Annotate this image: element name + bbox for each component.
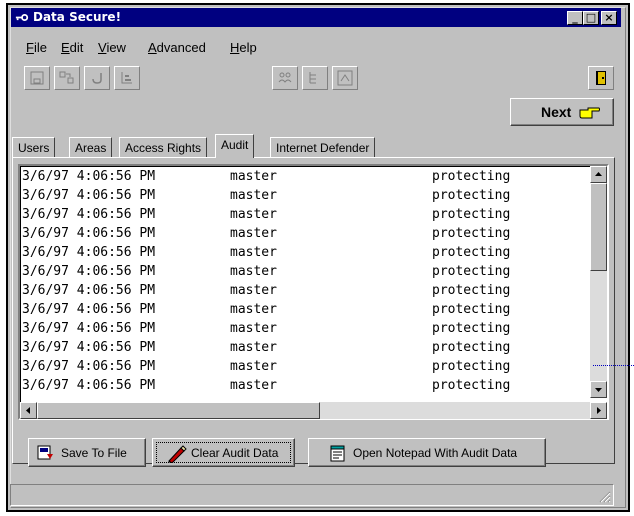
toolbar-properties-button[interactable] [114,66,140,90]
menu-view[interactable]: View [98,40,126,55]
audit-user: master [230,283,277,298]
tab-internet-defender[interactable]: Internet Defender [270,137,376,157]
users-icon [278,72,292,83]
toolbar-save-button[interactable] [24,66,50,90]
audit-date: 3/6/97 4:06:56 PM [22,207,156,222]
audit-action: protecting [432,359,511,374]
audit-date: 3/6/97 4:06:56 PM [22,302,156,317]
menu-edit[interactable]: Edit [61,40,83,55]
refresh-icon [337,70,353,86]
left-arrow-icon [26,407,30,414]
audit-date: 3/6/97 4:06:56 PM [22,169,156,184]
maximize-button[interactable]: □ [583,11,599,25]
next-button[interactable]: Next [510,98,614,126]
save-file-icon [37,445,53,460]
save-disk-icon [30,71,44,85]
toolbar-refresh-button[interactable] [332,66,358,90]
tree-icon [309,72,316,84]
toolbar-undo-button[interactable] [84,66,110,90]
down-arrow-icon [595,388,602,392]
undo-icon [92,73,102,84]
right-arrow-icon [597,407,601,414]
tab-audit[interactable]: Audit [215,134,255,158]
audit-date: 3/6/97 4:06:56 PM [22,359,156,374]
notepad-icon [330,445,345,462]
horizontal-scrollbar[interactable] [20,402,607,419]
menu-file[interactable]: File [26,40,47,55]
scroll-right-button[interactable] [590,402,607,419]
vertical-scrollbar[interactable] [590,166,607,398]
audit-user: master [230,321,277,336]
audit-action: protecting [432,340,511,355]
title-bar[interactable]: Data Secure! _ □ × [11,8,621,27]
audit-date: 3/6/97 4:06:56 PM [22,264,156,279]
toolbar-tree-button[interactable] [302,66,328,90]
audit-action: protecting [432,188,511,203]
audit-user: master [230,188,277,203]
status-bar [10,484,614,506]
close-icon: × [604,11,614,24]
audit-action: protecting [432,321,511,336]
horizontal-scroll-thumb[interactable] [37,402,320,419]
exit-door-icon [596,71,606,85]
dotted-marker-line [593,365,634,366]
scroll-up-button[interactable] [590,166,607,183]
toolbar-exit-button[interactable] [588,66,614,90]
key-app-icon [15,14,29,21]
audit-action: protecting [432,169,511,184]
audit-list[interactable]: 3/6/97 4:06:56 PM master protecting 3/6/97 … [18,164,609,420]
minimize-button[interactable]: _ [567,11,583,25]
audit-user: master [230,169,277,184]
audit-action: protecting [432,207,511,222]
audit-action: protecting [432,245,511,260]
audit-user: master [230,340,277,355]
resize-grip-icon[interactable] [599,491,611,503]
scroll-down-button[interactable] [590,381,607,398]
audit-user: master [230,207,277,222]
toolbar-copy-button[interactable] [54,66,80,90]
save-to-file-label: Save To File [61,446,127,460]
audit-action: protecting [432,264,511,279]
audit-action: protecting [432,283,511,298]
audit-date: 3/6/97 4:06:56 PM [22,283,156,298]
tab-access-rights[interactable]: Access Rights [119,137,208,157]
audit-user: master [230,378,277,393]
window-title: Data Secure! [33,10,122,24]
scroll-left-button[interactable] [20,402,37,419]
pointing-hand-icon [579,107,600,119]
vertical-scroll-thumb[interactable] [590,183,607,271]
minimize-icon: _ [572,11,578,24]
tab-areas[interactable]: Areas [69,137,113,157]
audit-user: master [230,359,277,374]
audit-action: protecting [432,302,511,317]
close-button[interactable]: × [601,11,617,25]
toolbar-users-button[interactable] [272,66,298,90]
audit-date: 3/6/97 4:06:56 PM [22,378,156,393]
audit-date: 3/6/97 4:06:56 PM [22,188,156,203]
up-arrow-icon [595,172,602,176]
clear-audit-data-button[interactable]: Clear Audit Data [152,438,295,467]
audit-user: master [230,245,277,260]
save-to-file-button[interactable]: Save To File [28,438,146,467]
copy-arrows-icon [59,71,74,84]
audit-action: protecting [432,378,511,393]
audit-date: 3/6/97 4:06:56 PM [22,226,156,241]
next-button-label: Next [541,104,572,120]
audit-user: master [230,226,277,241]
menu-advanced[interactable]: Advanced [148,40,206,55]
audit-user: master [230,264,277,279]
clear-audit-data-label: Clear Audit Data [191,446,279,460]
audit-user: master [230,302,277,317]
audit-date: 3/6/97 4:06:56 PM [22,321,156,336]
maximize-icon: □ [585,11,597,24]
audit-date: 3/6/97 4:06:56 PM [22,340,156,355]
audit-date: 3/6/97 4:06:56 PM [22,245,156,260]
open-notepad-button[interactable]: Open Notepad With Audit Data [308,438,546,467]
open-notepad-label: Open Notepad With Audit Data [353,446,518,460]
eraser-pencil-icon [168,445,187,463]
menu-help[interactable]: Help [230,40,257,55]
properties-icon [121,72,132,84]
tab-users[interactable]: Users [12,137,56,157]
audit-action: protecting [432,226,511,241]
